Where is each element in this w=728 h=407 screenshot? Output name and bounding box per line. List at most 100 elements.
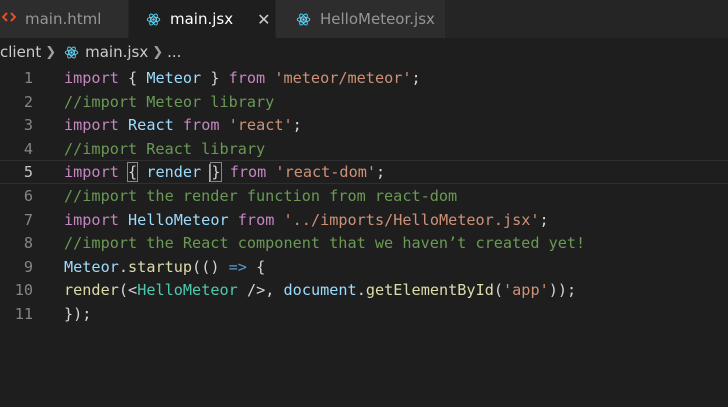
code-token: 'app' <box>503 281 549 300</box>
code-token: ( <box>493 281 504 300</box>
tab-label: main.jsx <box>170 10 234 28</box>
code-token: HelloMeteor <box>128 210 229 229</box>
code-line[interactable]: 6 //import the render function from react… <box>0 184 728 208</box>
code-token: , <box>265 281 284 300</box>
code-line[interactable]: 3 import React from 'react'; <box>0 113 728 137</box>
bracket-match-highlight: } <box>210 162 222 183</box>
code-line[interactable]: 10 render(<HelloMeteor />, document.getEl… <box>0 278 728 302</box>
tab-label: HelloMeteor.jsx <box>320 10 435 28</box>
line-number: 6 <box>23 187 33 205</box>
code-token: 'react-dom' <box>275 163 377 182</box>
code-token: render <box>146 163 202 182</box>
code-token: //import Meteor library <box>64 92 275 111</box>
code-token: Meteor <box>64 257 119 276</box>
code-token: < <box>128 281 138 300</box>
code-text: Meteor.startup(() => { <box>64 255 265 279</box>
code-token: . <box>118 257 129 276</box>
breadcrumb-folder[interactable]: client <box>0 43 41 61</box>
line-number: 2 <box>23 92 33 111</box>
code-text: //import Meteor library <box>64 90 274 114</box>
code-editor[interactable]: 1 import { Meteor } from 'meteor/meteor';… <box>0 66 728 407</box>
code-token: render <box>64 281 119 300</box>
code-text: //import the render function from react-… <box>64 184 457 208</box>
code-text: import React from 'react'; <box>64 113 302 137</box>
code-text: import HelloMeteor from '../imports/Hell… <box>64 208 549 232</box>
code-line[interactable]: 1 import { Meteor } from 'meteor/meteor'; <box>0 66 728 90</box>
tab-main-jsx[interactable]: main.jsx ✕ <box>129 0 276 38</box>
code-token: ; <box>539 210 549 229</box>
react-icon <box>296 10 311 28</box>
code-text: import { render } from 'react-dom'; <box>64 161 385 183</box>
code-line[interactable]: 2 //import Meteor library <box>0 90 728 114</box>
code-line[interactable]: 9 Meteor.startup(() => { <box>0 255 728 279</box>
code-text: //import the React component that we hav… <box>64 231 585 255</box>
code-token: import <box>64 210 119 229</box>
line-number: 5 <box>23 163 33 182</box>
chevron-right-icon: ❯ <box>152 44 164 60</box>
line-number: 9 <box>23 257 33 276</box>
bracket-match-highlight: { <box>127 162 139 183</box>
code-line[interactable]: 8 //import the React component that we ha… <box>0 231 728 255</box>
code-line[interactable]: 11}); <box>0 302 728 326</box>
close-icon[interactable]: ✕ <box>257 10 270 29</box>
tab-hellometeor-jsx[interactable]: HelloMeteor.jsx <box>276 0 446 38</box>
code-text: import { Meteor } from 'meteor/meteor'; <box>64 66 421 90</box>
code-text: }); <box>64 302 91 326</box>
line-number: 7 <box>23 210 33 229</box>
code-token: from <box>182 116 220 135</box>
line-number: 10 <box>14 281 33 300</box>
line-number: 8 <box>23 234 33 253</box>
code-token: import <box>64 69 119 87</box>
breadcrumb-more[interactable]: ... <box>167 43 181 61</box>
line-number: 11 <box>14 305 33 323</box>
code-token: from <box>237 210 275 229</box>
code-line[interactable]: 7 import HelloMeteor from '../imports/Hel… <box>0 208 728 232</box>
code-token: ; <box>411 69 421 87</box>
code-token: ; <box>376 163 386 182</box>
code-token: { <box>118 69 147 87</box>
code-token: import <box>64 116 119 135</box>
code-token: React <box>128 116 174 135</box>
code-token: document <box>283 281 357 300</box>
breadcrumb-file[interactable]: main.jsx <box>85 43 148 61</box>
code-token: ; <box>292 116 302 135</box>
code-token: //import React library <box>64 139 266 158</box>
code-text: //import React library <box>64 137 265 161</box>
react-icon <box>146 10 161 28</box>
html-icon <box>1 10 17 28</box>
code-line[interactable]: 5 import { render } from 'react-dom'; <box>0 160 728 185</box>
code-token: (() <box>192 257 229 276</box>
code-token: 'meteor/meteor' <box>274 69 412 87</box>
code-token: } <box>201 69 229 87</box>
line-number: 3 <box>23 116 33 135</box>
breadcrumb: client ❯ main.jsx ❯ ... <box>0 38 728 66</box>
code-token: )); <box>548 281 577 300</box>
code-token: import <box>64 163 119 182</box>
code-token: HelloMeteor <box>137 281 238 300</box>
code-line[interactable]: 4 //import React library <box>0 137 728 161</box>
code-text: render(<HelloMeteor />, document.getElem… <box>64 278 576 302</box>
tab-label: main.html <box>25 10 102 28</box>
code-token: { <box>246 257 266 276</box>
code-token: '../imports/HelloMeteor.jsx' <box>283 210 540 229</box>
tab-main-html[interactable]: main.html <box>0 0 129 38</box>
code-token: /> <box>246 281 266 300</box>
line-number: 1 <box>23 69 33 87</box>
code-token: getElementById <box>365 281 494 300</box>
code-token: ( <box>118 281 129 300</box>
code-token: Meteor <box>146 69 202 87</box>
code-token: from <box>229 163 267 182</box>
chevron-right-icon: ❯ <box>45 44 57 60</box>
code-token: //import the React component that we hav… <box>64 234 586 253</box>
code-token: startup <box>128 257 193 276</box>
react-icon <box>64 43 79 61</box>
editor-tab-bar: main.html main.jsx ✕ HelloMeteor.jsx <box>0 0 728 38</box>
